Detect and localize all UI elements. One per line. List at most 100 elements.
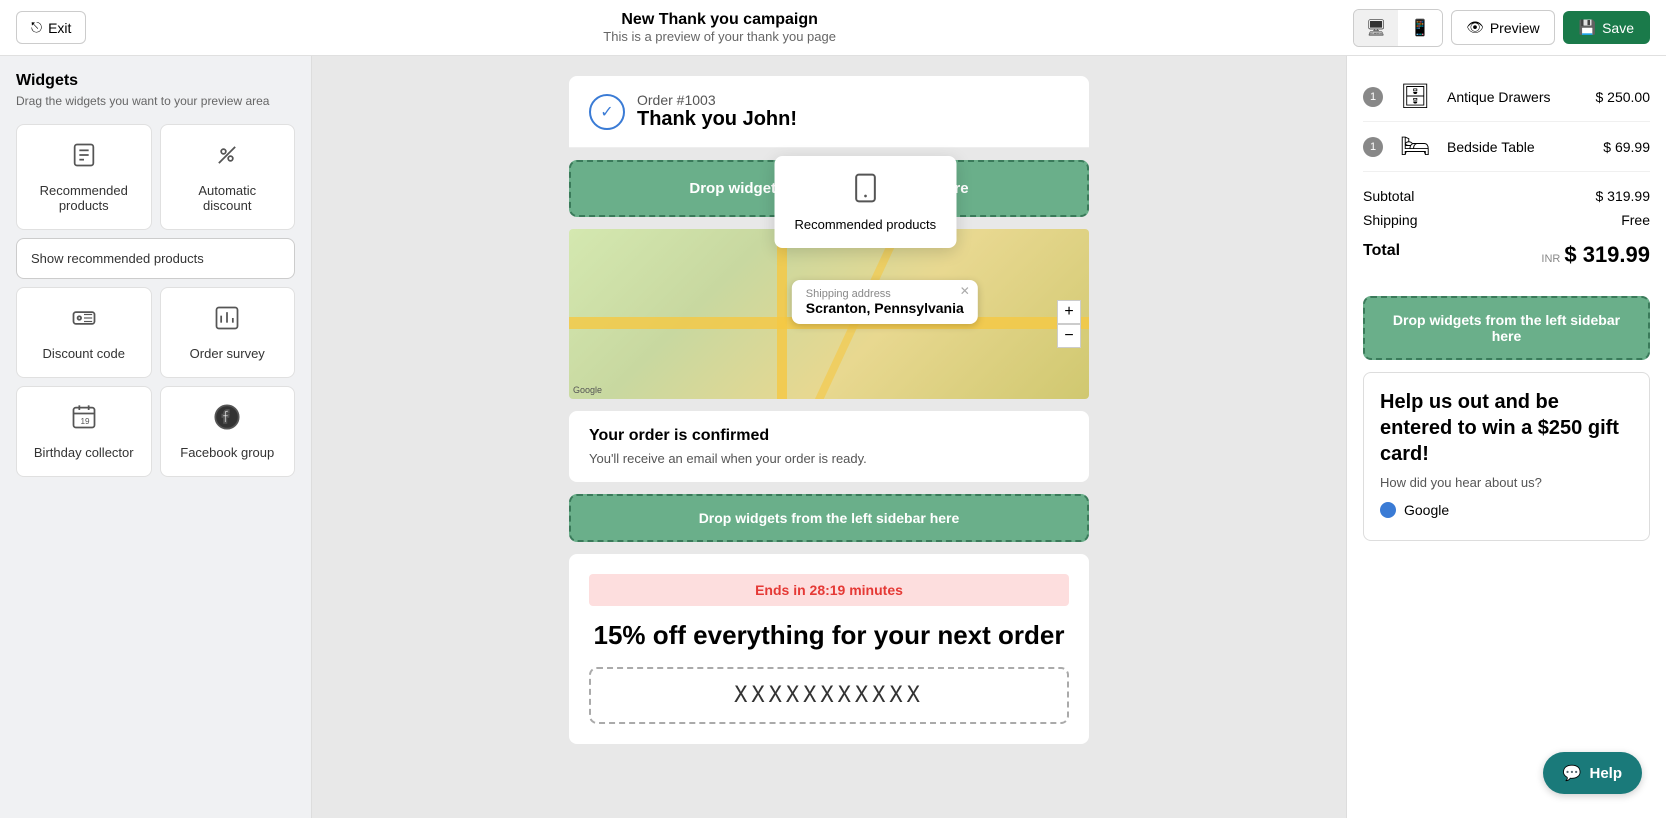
recommended-tooltip: Recommended products	[775, 156, 957, 248]
total-label: Total	[1363, 242, 1400, 268]
total-price: $ 319.99	[1564, 242, 1650, 268]
save-button[interactable]: 💾 Save	[1563, 11, 1650, 44]
preview-label: Preview	[1490, 20, 1540, 36]
topbar-left: ⎋ Exit	[16, 11, 86, 44]
help-label: Help	[1589, 765, 1622, 782]
map-zoom-controls: + −	[1057, 300, 1081, 348]
preview-area: ✓ Order #1003 Thank you John! Drop widge…	[312, 56, 1346, 818]
coupon-icon	[70, 304, 98, 338]
map-container: 📍 ✕ Shipping address Scranton, Pennsylva…	[569, 229, 1089, 399]
discount-headline: 15% off everything for your next order	[589, 620, 1069, 651]
discount-timer: Ends in 28:19 minutes	[589, 574, 1069, 606]
topbar: ⎋ Exit New Thank you campaign This is a …	[0, 0, 1666, 56]
survey-subtitle: How did you hear about us?	[1380, 475, 1633, 490]
survey-title: Help us out and be entered to win a $250…	[1380, 389, 1633, 467]
page-subtitle: This is a preview of your thank you page	[603, 29, 836, 44]
radio-selected-icon	[1380, 502, 1396, 518]
widget-grid: Recommended products Automatic discount …	[16, 124, 295, 477]
item-icon-drawers: 🗄	[1395, 82, 1435, 111]
rec-tooltip-label: Recommended products	[795, 217, 937, 232]
shipping-label: Shipping	[1363, 212, 1418, 228]
calendar-icon: 19	[70, 403, 98, 437]
sidebar-title: Widgets	[16, 72, 295, 90]
exit-button[interactable]: ⎋ Exit	[16, 11, 86, 44]
drop-zone-bottom-label: Drop widgets from the left sidebar here	[699, 510, 960, 526]
map-credit: Google	[573, 385, 602, 395]
map-background: 📍 ✕ Shipping address Scranton, Pennsylva…	[569, 229, 1089, 399]
confirmed-body: You'll receive an email when your order …	[589, 451, 1069, 466]
shipping-row: Shipping Free	[1363, 208, 1650, 232]
main-layout: Widgets Drag the widgets you want to you…	[0, 56, 1666, 818]
page-icon	[70, 141, 98, 175]
widget-label: Facebook group	[180, 445, 274, 460]
item-name-1: Antique Drawers	[1447, 89, 1584, 105]
widget-label: Automatic discount	[173, 183, 283, 213]
exit-icon: ⎋	[31, 19, 42, 36]
subtotal-label: Subtotal	[1363, 188, 1414, 204]
subtotal-value: $ 319.99	[1596, 188, 1651, 204]
right-drop-zone-label: Drop widgets from the left sidebar here	[1393, 312, 1620, 344]
topbar-right: 🖥 📱 👁 Preview 💾 Save	[1353, 9, 1650, 47]
item-price-1: $ 250.00	[1596, 89, 1651, 105]
help-button[interactable]: 💬 Help	[1543, 752, 1642, 794]
save-icon: 💾	[1579, 19, 1596, 36]
exit-label: Exit	[48, 20, 71, 36]
check-circle-icon: ✓	[589, 94, 625, 130]
widget-label: Discount code	[43, 346, 125, 361]
percent-icon	[213, 141, 241, 175]
map-road-vertical	[777, 229, 787, 399]
survey-box: Help us out and be entered to win a $250…	[1363, 372, 1650, 541]
widget-recommended-products[interactable]: Recommended products	[16, 124, 152, 230]
discount-box: Ends in 28:19 minutes 15% off everything…	[569, 554, 1089, 744]
close-icon[interactable]: ✕	[960, 284, 970, 298]
order-info: Order #1003 Thank you John!	[637, 92, 797, 131]
zoom-in-button[interactable]: +	[1057, 300, 1081, 324]
widget-label: Birthday collector	[34, 445, 134, 460]
order-item-2: 1 🛏 Bedside Table $ 69.99	[1363, 122, 1650, 172]
widget-facebook-group[interactable]: Facebook group	[160, 386, 296, 477]
svg-text:19: 19	[80, 417, 90, 426]
survey-option-label: Google	[1404, 502, 1449, 518]
shipping-value: Free	[1621, 212, 1650, 228]
thank-you-text: Thank you John!	[637, 108, 797, 131]
desktop-view-button[interactable]: 🖥	[1354, 10, 1398, 46]
right-drop-zone[interactable]: Drop widgets from the left sidebar here	[1363, 296, 1650, 360]
preview-inner: ✓ Order #1003 Thank you John! Drop widge…	[569, 76, 1089, 744]
grand-total-row: Total INR $ 319.99	[1363, 232, 1650, 272]
total-currency: INR	[1541, 253, 1560, 265]
right-panel: 1 🗄 Antique Drawers $ 250.00 1 🛏 Bedside…	[1346, 56, 1666, 818]
topbar-center: New Thank you campaign This is a preview…	[603, 11, 836, 44]
drop-zone-bottom[interactable]: Drop widgets from the left sidebar here	[569, 494, 1089, 542]
confirmed-box: Your order is confirmed You'll receive a…	[569, 411, 1089, 482]
item-name-2: Bedside Table	[1447, 139, 1591, 155]
confirmed-title: Your order is confirmed	[589, 427, 1069, 445]
item-icon-table: 🛏	[1395, 132, 1435, 161]
widget-label: Show recommended products	[31, 251, 204, 266]
widget-label: Recommended products	[29, 183, 139, 213]
widget-discount-code[interactable]: Discount code	[16, 287, 152, 378]
discount-code-display[interactable]: XXXXXXXXXXX	[589, 667, 1069, 724]
survey-option-google[interactable]: Google	[1380, 502, 1633, 518]
sidebar-subtitle: Drag the widgets you want to your previe…	[16, 94, 295, 108]
facebook-icon	[213, 403, 241, 437]
chart-icon	[213, 304, 241, 338]
total-value: INR $ 319.99	[1541, 242, 1650, 268]
rec-tablet-icon	[795, 172, 937, 211]
widget-order-survey[interactable]: Order survey	[160, 287, 296, 378]
zoom-out-button[interactable]: −	[1057, 324, 1081, 348]
widget-automatic-discount[interactable]: Automatic discount	[160, 124, 296, 230]
widgets-sidebar: Widgets Drag the widgets you want to you…	[0, 56, 312, 818]
save-label: Save	[1602, 20, 1634, 36]
preview-button[interactable]: 👁 Preview	[1451, 10, 1555, 45]
mobile-view-button[interactable]: 📱	[1398, 10, 1442, 46]
widget-show-recommended[interactable]: Show recommended products	[16, 238, 295, 279]
order-number: Order #1003	[637, 92, 797, 108]
item-price-2: $ 69.99	[1603, 139, 1650, 155]
eye-icon: 👁	[1466, 19, 1484, 36]
item-badge-1: 1	[1363, 87, 1383, 107]
widget-birthday-collector[interactable]: 19 Birthday collector	[16, 386, 152, 477]
shipping-tooltip: ✕ Shipping address Scranton, Pennsylvani…	[792, 280, 978, 324]
subtotal-row: Subtotal $ 319.99	[1363, 184, 1650, 208]
order-totals: Subtotal $ 319.99 Shipping Free Total IN…	[1363, 172, 1650, 284]
order-item-1: 1 🗄 Antique Drawers $ 250.00	[1363, 72, 1650, 122]
